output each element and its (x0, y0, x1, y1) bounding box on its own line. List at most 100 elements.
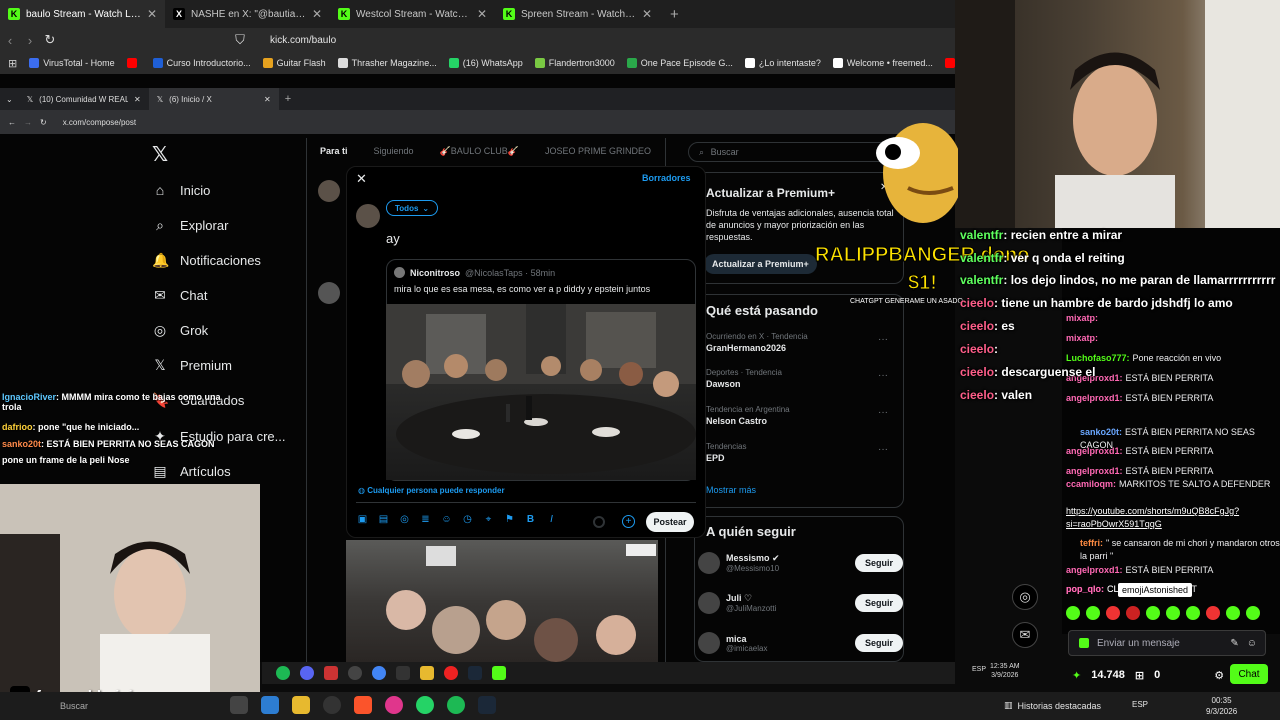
audience-select[interactable]: Todos ⌄ (386, 200, 439, 216)
chat-send-button[interactable]: Chat (1230, 664, 1268, 684)
feed-tab[interactable]: Siguiendo (374, 146, 414, 157)
emote-icon[interactable] (1186, 606, 1200, 620)
inner-forward-icon[interactable]: → (24, 118, 32, 127)
poll-icon[interactable]: ≣ (419, 514, 432, 525)
kick-icon[interactable] (492, 666, 506, 680)
close-tab-icon[interactable]: ✕ (312, 7, 322, 21)
folder-icon[interactable] (292, 696, 310, 714)
opera-icon[interactable] (444, 666, 458, 680)
steam-icon[interactable] (468, 666, 482, 680)
gift-icon[interactable]: ⊞ (1135, 669, 1144, 682)
follow-suggestion[interactable]: Juli ♡ @JuliManzotti Seguir (698, 592, 903, 614)
flag-icon[interactable]: ⚑ (503, 514, 516, 525)
nav-item-artculos[interactable]: ▤ Artículos (152, 463, 230, 480)
nav-item-grok[interactable]: ◎ Grok (152, 322, 208, 339)
close-tab-icon[interactable]: ✕ (147, 7, 157, 21)
more-options-icon[interactable]: ··· (878, 370, 888, 381)
italic-icon[interactable]: I (545, 514, 558, 525)
inner-tab-menu-icon[interactable]: ⌄ (0, 95, 19, 104)
settings-icon[interactable]: ⚙ (1214, 669, 1224, 682)
emote-icon[interactable] (1166, 606, 1180, 620)
grok-float-icon[interactable]: ◎ (1012, 584, 1038, 610)
browser-tab[interactable]: X NASHE en X: "@bautiagnone https:// ✕ (165, 0, 330, 28)
nav-item-premium[interactable]: 𝕏 Premium (152, 357, 232, 374)
grok-icon[interactable]: ◎ (398, 514, 411, 525)
spotify-icon[interactable] (276, 666, 290, 680)
emoji-picker-icon[interactable]: ☺ (1247, 638, 1257, 649)
emote-icon[interactable] (1106, 606, 1120, 620)
more-options-icon[interactable]: ··· (878, 407, 888, 418)
chat-username[interactable]: angelproxd1: (1066, 393, 1123, 403)
nav-item-notificaciones[interactable]: 🔔 Notificaciones (152, 252, 261, 269)
trend-item[interactable]: Tendencia en Argentina Nelson Castro (706, 405, 790, 426)
nav-item-inicio[interactable]: ⌂ Inicio (152, 182, 211, 198)
bookmark-item[interactable]: (16) WhatsApp (448, 58, 523, 68)
close-tab-icon[interactable]: ✕ (264, 95, 271, 104)
bookmark-item[interactable]: VirusTotal - Home (29, 58, 115, 68)
close-tab-icon[interactable]: ✕ (477, 7, 487, 21)
store-icon[interactable] (261, 696, 279, 714)
chat-username[interactable]: angelproxd1: (1066, 565, 1123, 575)
obs-icon[interactable] (348, 666, 362, 680)
feed-tab[interactable]: JOSEO PRIME GRINDEO (545, 146, 651, 157)
browser-tab[interactable]: K Westcol Stream - Watch Live on K ✕ (330, 0, 495, 28)
image-icon[interactable]: ▣ (356, 514, 369, 525)
post-button[interactable]: Postear (646, 512, 694, 532)
messages-float-icon[interactable]: ✉ (1012, 622, 1038, 648)
bookmark-item[interactable]: Welcome • freemed... (832, 58, 933, 68)
gif-icon[interactable]: ▤ (377, 514, 390, 525)
inner-new-tab-button[interactable]: + (279, 93, 297, 105)
trend-item[interactable]: Ocurriendo en X · Tendencia GranHermano20… (706, 332, 808, 353)
drafts-button[interactable]: Borradores (642, 173, 691, 183)
more-options-icon[interactable]: ··· (878, 334, 888, 345)
emoji-icon[interactable]: ☺ (440, 514, 453, 525)
follow-button[interactable]: Seguir (854, 554, 903, 572)
trend-item[interactable]: Tendencias EPD (706, 442, 746, 463)
emote-icon[interactable] (1146, 606, 1160, 620)
browser-tab[interactable]: K Spreen Stream - Watch Live on K ✕ (495, 0, 660, 28)
bookmark-item[interactable]: Guitar Flash (262, 58, 326, 68)
emote-icon[interactable] (1226, 606, 1240, 620)
nav-item-explorar[interactable]: ⌕ Explorar (152, 217, 228, 234)
brave-icon[interactable] (354, 696, 372, 714)
obs-icon[interactable] (323, 696, 341, 714)
bookmark-item[interactable]: Thrasher Magazine... (337, 58, 437, 68)
emote-icon[interactable] (1126, 606, 1140, 620)
whatsapp-icon[interactable] (416, 696, 434, 714)
follow-suggestion[interactable]: Messismo ✔ @Messismo10 Seguir (698, 552, 903, 574)
chat-username[interactable]: teffri: (1080, 538, 1103, 548)
task-view-icon[interactable] (230, 696, 248, 714)
taskbar-search[interactable]: Buscar (60, 701, 88, 711)
trend-item[interactable]: Deportes · Tendencia Dawson (706, 368, 782, 389)
emote-icon[interactable] (1206, 606, 1220, 620)
chrome-icon[interactable] (372, 666, 386, 680)
chat-username[interactable]: mixatp: (1066, 333, 1098, 343)
chat-username[interactable]: Luchofaso777: (1066, 353, 1130, 363)
reload-icon[interactable]: ↻ (40, 32, 60, 48)
widgets-button[interactable]: ▥ Historias destacadas (1004, 700, 1101, 711)
bookmark-item[interactable] (126, 58, 141, 68)
browser-tab[interactable]: Kbaulo Stream - Watch Live on ✕ (0, 0, 165, 28)
chat-username[interactable]: pop_qlo: (1066, 584, 1104, 594)
close-icon[interactable]: ✕ (356, 171, 367, 187)
chat-username[interactable]: angelproxd1: (1066, 466, 1123, 476)
inner-browser-tab[interactable]: 𝕏 (6) Inicio / X ✕ (148, 88, 279, 110)
chat-username[interactable]: angelproxd1: (1066, 446, 1123, 456)
follow-button[interactable]: Seguir (854, 594, 903, 612)
inner-url[interactable]: x.com/compose/post (63, 118, 136, 127)
back-icon[interactable]: ‹ (0, 33, 20, 48)
chat-link[interactable]: https://youtube.com/shorts/m9uQB8cFgJg?s… (1066, 506, 1239, 529)
steam-icon[interactable] (478, 696, 496, 714)
chat-input[interactable]: Enviar un mensaje ✎ ☺ (1068, 630, 1266, 656)
discord-icon[interactable] (300, 666, 314, 680)
new-tab-button[interactable]: + (660, 6, 689, 23)
show-more-link[interactable]: Mostrar más (706, 485, 756, 495)
translate-icon[interactable]: ✎ (1230, 638, 1238, 649)
inner-back-icon[interactable]: ← (8, 118, 16, 127)
inner-browser-tab[interactable]: 𝕏 (10) Comunidad W REALS 🔥 / ✕ (19, 88, 149, 110)
reply-setting[interactable]: ◍ Cualquier persona puede responder (358, 486, 505, 495)
app-icon[interactable] (385, 696, 403, 714)
close-tab-icon[interactable]: ✕ (642, 7, 652, 21)
close-tab-icon[interactable]: ✕ (134, 95, 141, 104)
emote-icon[interactable] (1066, 606, 1080, 620)
